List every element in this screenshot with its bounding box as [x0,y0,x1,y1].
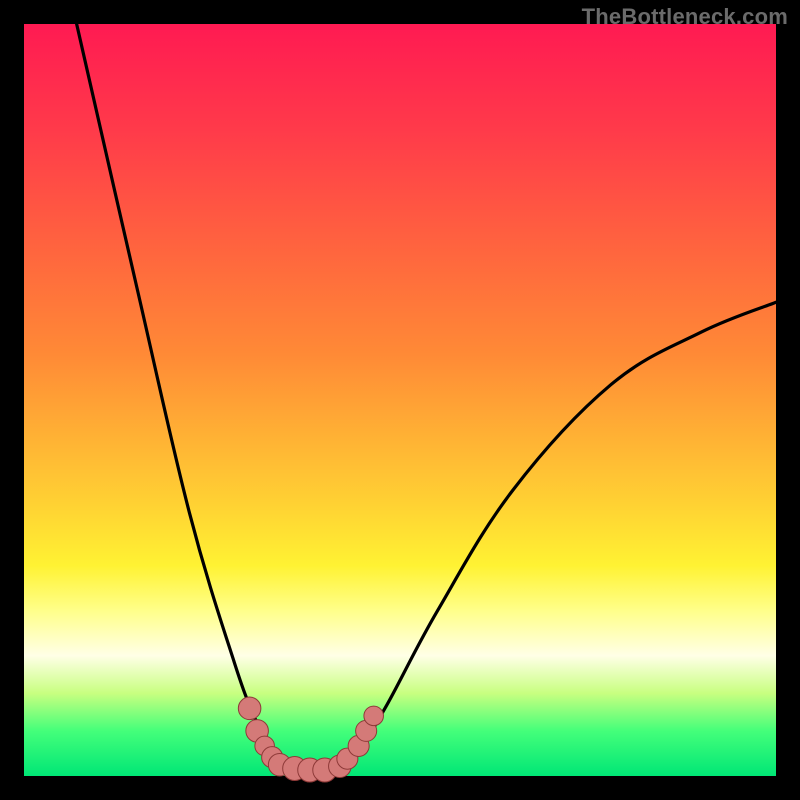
chart-svg [24,24,776,776]
curve-markers [238,697,383,782]
chart-plot-area [24,24,776,776]
curve-marker [238,697,261,720]
curve-marker [364,706,384,726]
bottleneck-curve [77,24,776,771]
watermark-text: TheBottleneck.com [582,4,788,30]
